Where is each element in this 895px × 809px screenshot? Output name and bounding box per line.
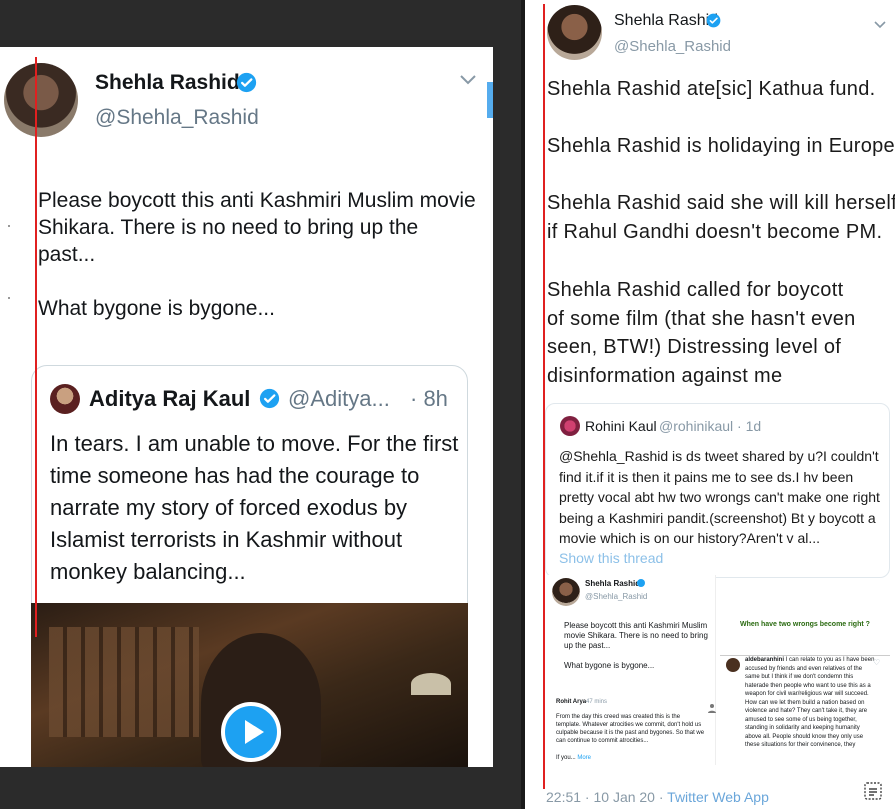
tweet-line: Shehla Rashid ate[sic] Kathua fund. [547, 78, 876, 100]
tweet-line: if Rahul Gandhi doesn't become PM. [547, 221, 883, 243]
mini-author-handle: @Shehla_Rashid [585, 592, 648, 601]
quoted-tweet-text: @Shehla_Rashid is ds tweet shared by u?I… [559, 448, 880, 546]
tweet-text: Please boycott this anti Kashmiri Muslim… [38, 189, 476, 320]
mini-reply-more-prefix: If you... [556, 755, 578, 761]
verified-badge-icon [236, 72, 257, 93]
mini-reply-time: 47 mins [586, 699, 608, 705]
author-avatar[interactable] [547, 5, 602, 60]
chevron-down-icon[interactable] [458, 73, 478, 87]
play-button[interactable] [221, 702, 281, 762]
author-name[interactable]: Shehla Rashid [95, 71, 240, 95]
quoted-tweet[interactable]: Aditya Raj Kaul @Aditya... · 8h In tears… [31, 365, 468, 625]
mini-tweet-text: Please boycott this anti Kashmiri Muslim… [564, 621, 708, 670]
quoted-author-name: Rohini Kaul [585, 418, 657, 434]
annotation-red-line [543, 4, 545, 789]
chevron-down-icon[interactable] [873, 20, 887, 29]
mini-title: When have two wrongs become right ? [740, 621, 870, 628]
mini-avatar [552, 578, 580, 606]
tweet-line: of some film (that she hasn't even [547, 308, 856, 330]
mini-comment-text: I can relate to you as I have been accus… [745, 657, 875, 748]
analytics-icon[interactable] [863, 780, 885, 802]
video-thumbnail[interactable] [31, 603, 468, 767]
author-handle[interactable]: @Shehla_Rashid [95, 106, 259, 130]
tweet-line: Shehla Rashid called for boycott [547, 279, 844, 301]
panel-divider [521, 0, 525, 809]
author-name[interactable]: Shehla Rashid [614, 12, 718, 30]
verified-badge-icon [706, 13, 721, 28]
embedded-screenshot-title: When have two wrongs become right ? [720, 578, 890, 656]
quoted-tweet[interactable]: Rohini Kaul @rohinikaul · 1d @Shehla_Ras… [545, 403, 890, 578]
tweet-line: Shehla Rashid said she will kill herself [547, 192, 895, 214]
video-scene-lamp [411, 673, 451, 695]
author-handle[interactable]: @Shehla_Rashid [614, 38, 731, 55]
quoted-tweet-text: In tears. I am unable to move. For the f… [50, 431, 459, 584]
verified-badge-icon [259, 388, 280, 409]
composite-screenshot: Shehla Rashid @Shehla_Rashid Please boyc… [0, 0, 895, 809]
quoted-author-avatar [50, 384, 80, 414]
show-thread-link[interactable]: Show this thread [559, 550, 663, 566]
mini-reply-more-link: More [577, 755, 592, 761]
video-scene-window [49, 627, 199, 737]
embedded-screenshot-comment: aldebaranhini I can relate to you as I h… [720, 656, 890, 766]
tweet-line: seen, BTW!) Distressing level of [547, 336, 842, 358]
verified-badge-icon [637, 579, 645, 587]
tweet-line: Shehla Rashid is holidaying in Europe. [547, 135, 895, 157]
quoted-timestamp: · 8h [410, 386, 448, 411]
margin-dot [8, 225, 10, 227]
source-app-link[interactable]: Twitter Web App [667, 789, 769, 805]
quoted-author-handle: @rohinikaul · 1d [659, 418, 762, 434]
mini-author-name: Shehla Rashid [585, 579, 641, 588]
quoted-author-name: Aditya Raj Kaul [89, 386, 251, 411]
mini-reply-name: Rohit Arya [556, 699, 587, 705]
mini-reply-more: If you... More [556, 755, 591, 761]
quoted-author-handle: @Aditya... [288, 386, 390, 411]
play-icon [245, 720, 264, 744]
left-tweet-card: Shehla Rashid @Shehla_Rashid Please boyc… [0, 47, 493, 767]
tweet-timestamp[interactable]: 22:51 · 10 Jan 20 · [546, 789, 667, 805]
heart-icon: ♡ [873, 658, 881, 667]
tweet-line: disinformation against me [547, 365, 783, 387]
author-avatar[interactable] [4, 63, 78, 137]
scrollbar[interactable] [487, 82, 493, 118]
mini-comment-name: aldebaranhini [745, 657, 785, 663]
quoted-author-avatar [560, 416, 580, 436]
annotation-red-line [35, 57, 37, 637]
mini-reply-text: From the day this creed was created this… [556, 714, 705, 744]
embedded-screenshot-tweet: Shehla Rashid @Shehla_Rashid Please boyc… [548, 575, 716, 765]
mini-comment: aldebaranhini I can relate to you as I h… [735, 656, 877, 750]
tweet-footer: 22:51 · 10 Jan 20 · Twitter Web App [546, 789, 769, 805]
margin-dot [8, 297, 10, 299]
person-icon [708, 704, 716, 713]
